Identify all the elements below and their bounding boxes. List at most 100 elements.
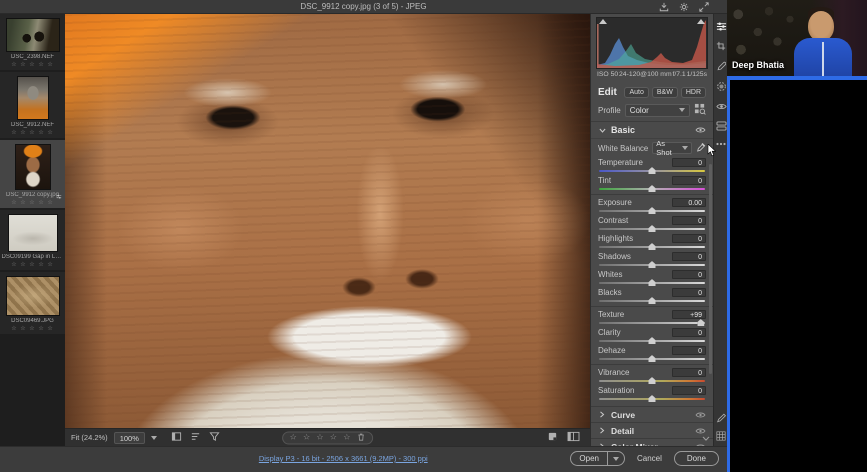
zoom-level-select[interactable]: 100%: [114, 432, 145, 444]
thumbnail-image[interactable]: [17, 76, 49, 120]
highlight-clipping-indicator-icon[interactable]: [697, 19, 705, 24]
slider-thumb[interactable]: [649, 185, 656, 192]
slider-thumb[interactable]: [649, 355, 656, 362]
healing-tool-icon[interactable]: [715, 60, 727, 72]
slider-value-box[interactable]: 0: [672, 368, 706, 377]
slider-value-box[interactable]: 0: [672, 252, 706, 261]
scroll-down-arrow-icon[interactable]: [702, 434, 710, 444]
settings-gear-icon[interactable]: [679, 2, 689, 12]
slider-thumb[interactable]: [649, 225, 656, 232]
slider-track[interactable]: [599, 300, 705, 302]
slider-thumb[interactable]: [649, 279, 656, 286]
thumbnail-image[interactable]: [6, 276, 60, 316]
filmstrip-item[interactable]: DSC09469.JPG ☆ ☆ ☆ ☆ ☆: [0, 272, 65, 334]
thumbnail-rating[interactable]: ☆ ☆ ☆ ☆ ☆: [11, 325, 54, 332]
slider-thumb[interactable]: [697, 319, 704, 326]
slider-thumb[interactable]: [649, 337, 656, 344]
filmstrip-item[interactable]: DSC09199 Gap in Left.JPG ☆ ☆ ☆ ☆ ☆: [0, 210, 65, 270]
eyedropper-icon[interactable]: [696, 142, 706, 154]
slider-track[interactable]: [599, 228, 705, 230]
eye-icon[interactable]: [695, 126, 706, 134]
slider-thumb[interactable]: [649, 377, 656, 384]
open-dropdown-caret-icon[interactable]: [608, 457, 624, 461]
slider-thumb[interactable]: [649, 395, 656, 402]
slider-thumb[interactable]: [649, 207, 656, 214]
slider-value-box[interactable]: 0.00: [672, 198, 706, 207]
bw-button[interactable]: B&W: [652, 87, 678, 98]
slider-track[interactable]: [599, 210, 705, 212]
grid-view-icon[interactable]: [715, 430, 727, 442]
slider-track[interactable]: [599, 398, 705, 400]
filmstrip-item[interactable]: DSC_9912.NEF ☆ ☆ ☆ ☆ ☆: [0, 72, 65, 138]
basic-section-header[interactable]: Basic: [591, 122, 713, 139]
slider-track[interactable]: [599, 170, 705, 172]
red-eye-tool-icon[interactable]: [715, 100, 727, 112]
compare-view-icon[interactable]: [171, 429, 182, 447]
histogram[interactable]: [596, 17, 708, 69]
slider-value-box[interactable]: 0: [672, 346, 706, 355]
slider-track[interactable]: [599, 246, 705, 248]
curve-section-header[interactable]: Curve: [591, 406, 713, 422]
browse-profiles-icon[interactable]: [694, 103, 706, 117]
slider-value-box[interactable]: 0: [672, 234, 706, 243]
slider-track[interactable]: [599, 358, 705, 360]
masking-tool-icon[interactable]: [715, 80, 727, 92]
crop-tool-icon[interactable]: [715, 40, 727, 52]
more-options-icon[interactable]: [715, 138, 727, 150]
thumbnail-image[interactable]: [6, 18, 60, 52]
rating-stars[interactable]: ☆ ☆ ☆ ☆ ☆: [290, 433, 353, 443]
edit-tool-icon[interactable]: [715, 20, 727, 32]
thumbnail-image[interactable]: [15, 144, 51, 190]
slider-value-box[interactable]: +99: [672, 310, 706, 319]
delete-trash-icon[interactable]: [357, 429, 365, 447]
thumbnail-rating[interactable]: ☆ ☆ ☆ ☆ ☆: [11, 61, 54, 68]
thumbnail-rating[interactable]: ☆ ☆ ☆ ☆ ☆: [11, 199, 54, 206]
thumbnail-rating[interactable]: ☆ ☆ ☆ ☆ ☆: [11, 129, 54, 136]
thumbnail-image[interactable]: [8, 214, 58, 252]
slider-value-box[interactable]: 0: [672, 288, 706, 297]
fit-zoom-label[interactable]: Fit (24.2%): [71, 433, 108, 442]
presets-panel-icon[interactable]: [715, 120, 727, 132]
slider-track[interactable]: [599, 282, 705, 284]
before-after-icon[interactable]: [567, 429, 580, 447]
slider-track[interactable]: [599, 188, 705, 190]
fullscreen-icon[interactable]: [699, 2, 709, 12]
slider-track[interactable]: [599, 264, 705, 266]
slider-track[interactable]: [599, 380, 705, 382]
open-split-button[interactable]: Open: [570, 451, 625, 466]
filmstrip-item[interactable]: DSC_2398.NEF ☆ ☆ ☆ ☆ ☆: [0, 14, 65, 70]
slider-thumb[interactable]: [649, 167, 656, 174]
preview-toggle-icon[interactable]: [547, 429, 558, 447]
auto-button[interactable]: Auto: [624, 87, 648, 98]
slider-value-box[interactable]: 0: [672, 216, 706, 225]
slider-value-box[interactable]: 0: [672, 328, 706, 337]
slider-value-box[interactable]: 0: [672, 158, 706, 167]
zoom-dropdown-caret-icon[interactable]: [151, 436, 157, 440]
profile-select[interactable]: Color: [625, 104, 690, 117]
slider-track[interactable]: [599, 322, 705, 324]
filmstrip-item-selected[interactable]: DSC_9912 copy.jpg ☆ ☆ ☆ ☆ ☆: [0, 140, 65, 208]
photo-preview[interactable]: [65, 14, 590, 428]
white-balance-select[interactable]: As Shot: [652, 142, 692, 154]
shadow-clipping-indicator-icon[interactable]: [599, 19, 607, 24]
pen-tool-icon[interactable]: [715, 412, 727, 424]
open-button[interactable]: Open: [571, 452, 608, 466]
slider-value-box[interactable]: 0: [672, 386, 706, 395]
filter-icon[interactable]: [209, 429, 220, 447]
download-icon[interactable]: [659, 2, 669, 12]
done-button[interactable]: Done: [674, 451, 719, 466]
panel-scrollbar[interactable]: [709, 164, 712, 374]
detail-section-header[interactable]: Detail: [591, 422, 713, 438]
eye-icon[interactable]: [695, 411, 706, 419]
hdr-button[interactable]: HDR: [681, 87, 706, 98]
image-info-link[interactable]: Display P3 - 16 bit - 2506 x 3661 (9.2MP…: [259, 454, 428, 463]
thumbnail-rating[interactable]: ☆ ☆ ☆ ☆ ☆: [11, 261, 54, 268]
slider-track[interactable]: [599, 340, 705, 342]
cancel-button[interactable]: Cancel: [637, 454, 662, 463]
slider-value-box[interactable]: 0: [672, 176, 706, 185]
sort-order-icon[interactable]: [190, 429, 201, 447]
slider-thumb[interactable]: [649, 297, 656, 304]
slider-value-box[interactable]: 0: [672, 270, 706, 279]
slider-thumb[interactable]: [649, 261, 656, 268]
slider-thumb[interactable]: [649, 243, 656, 250]
